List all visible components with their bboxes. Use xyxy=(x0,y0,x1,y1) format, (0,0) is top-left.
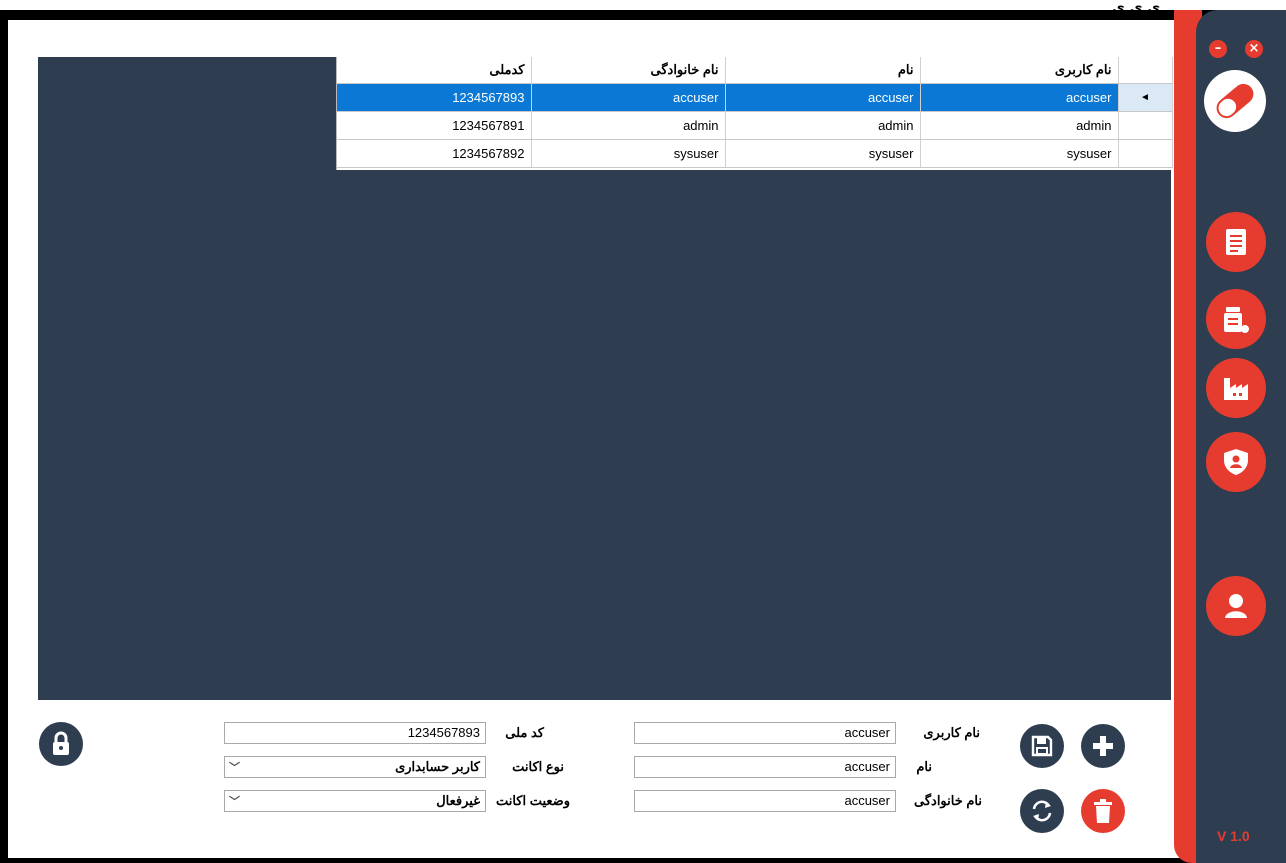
lock-icon[interactable] xyxy=(39,722,83,766)
version-label: V 1.0 xyxy=(1217,828,1250,844)
last-name-field[interactable]: accuser xyxy=(634,790,896,812)
cell-last-name[interactable]: sysuser xyxy=(531,139,726,168)
table-row[interactable]: 1234567893 accuser accuser accuser ◄ xyxy=(337,83,1173,112)
national-code-field[interactable]: 1234567893 xyxy=(224,722,486,744)
row-indicator-icon: ◄ xyxy=(1118,83,1173,112)
row-indicator-icon xyxy=(1118,139,1173,168)
account-status-value: غیرفعال xyxy=(436,793,480,808)
account-type-label: نوع اکانت xyxy=(512,759,564,774)
cell-username[interactable]: admin xyxy=(920,111,1119,140)
account-type-select[interactable]: کاربر حسابداری ﹀ xyxy=(224,756,486,778)
refresh-button[interactable] xyxy=(1020,789,1064,833)
cell-code[interactable]: 1234567891 xyxy=(337,111,532,140)
chevron-down-icon: ﹀ xyxy=(229,796,240,808)
column-header-username[interactable]: نام کاربری xyxy=(920,57,1119,84)
add-button[interactable] xyxy=(1081,724,1125,768)
pill-logo-icon xyxy=(1204,70,1266,132)
factory-icon[interactable] xyxy=(1206,358,1266,418)
cell-first-name[interactable]: accuser xyxy=(725,83,921,112)
username-label: نام کاربری xyxy=(923,725,980,740)
account-type-value: کاربر حسابداری xyxy=(395,759,480,774)
cell-last-name[interactable]: admin xyxy=(531,111,726,140)
minimize-button[interactable]: – xyxy=(1209,40,1227,58)
users-grid[interactable]: کدملی نام خانوادگی نام نام کاربری 123456… xyxy=(336,57,1173,170)
column-header-first-name[interactable]: نام xyxy=(725,57,921,84)
cell-username[interactable]: sysuser xyxy=(920,139,1119,168)
close-button[interactable]: × xyxy=(1245,40,1263,58)
first-name-label: نام xyxy=(916,759,932,774)
table-row[interactable]: 1234567891 admin admin admin xyxy=(337,111,1173,140)
save-button[interactable] xyxy=(1020,724,1064,768)
row-indicator-icon xyxy=(1118,111,1173,140)
cell-last-name[interactable]: accuser xyxy=(531,83,726,112)
shield-user-icon[interactable] xyxy=(1206,432,1266,492)
cell-first-name[interactable]: sysuser xyxy=(725,139,921,168)
column-header-code[interactable]: کدملی xyxy=(337,57,532,84)
column-header-row-indicator xyxy=(1118,57,1173,84)
medicine-icon[interactable] xyxy=(1206,289,1266,349)
table-row[interactable]: 1234567892 sysuser sysuser sysuser xyxy=(337,139,1173,168)
cell-code[interactable]: 1234567893 xyxy=(337,83,532,112)
cell-code[interactable]: 1234567892 xyxy=(337,139,532,168)
account-status-label: وضعیت اکانت xyxy=(495,793,570,808)
cell-first-name[interactable]: admin xyxy=(725,111,921,140)
column-header-last-name[interactable]: نام خانوادگی xyxy=(531,57,726,84)
user-icon[interactable] xyxy=(1206,576,1266,636)
account-status-select[interactable]: غیرفعال ﹀ xyxy=(224,790,486,812)
chevron-down-icon: ﹀ xyxy=(229,762,240,774)
delete-button[interactable] xyxy=(1081,789,1125,833)
last-name-label: نام خانوادگی xyxy=(914,793,982,808)
top-text-fragment: ى ى ى xyxy=(1112,0,1161,16)
username-field[interactable]: accuser xyxy=(634,722,896,744)
clipboard-icon[interactable] xyxy=(1206,212,1266,272)
national-code-label: کد ملی xyxy=(505,725,544,740)
cell-username[interactable]: accuser xyxy=(920,83,1119,112)
first-name-field[interactable]: accuser xyxy=(634,756,896,778)
